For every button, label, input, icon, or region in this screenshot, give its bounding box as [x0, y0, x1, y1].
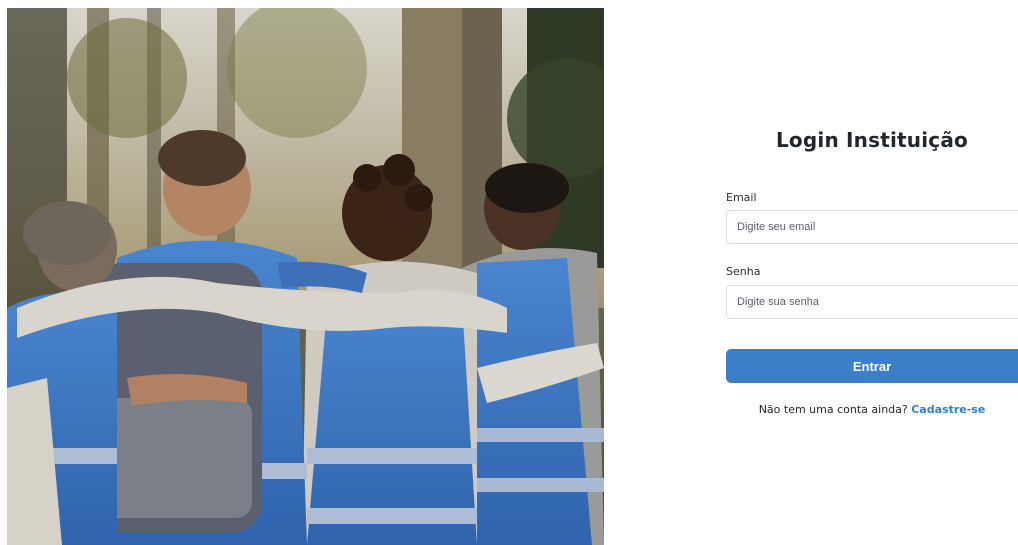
signup-prompt-text: Não tem uma conta ainda?: [758, 403, 908, 416]
login-title: Login Instituição: [775, 128, 968, 152]
email-input[interactable]: [726, 210, 1018, 244]
password-input[interactable]: [726, 285, 1018, 319]
password-label: Senha: [726, 265, 761, 278]
email-label: Email: [726, 191, 757, 204]
signup-link[interactable]: Cadastre-se: [911, 403, 985, 416]
volunteers-hero-image: [7, 8, 604, 545]
login-button[interactable]: Entrar: [726, 349, 1018, 383]
signup-prompt: Não tem uma conta ainda? Cadastre-se: [726, 403, 1018, 416]
